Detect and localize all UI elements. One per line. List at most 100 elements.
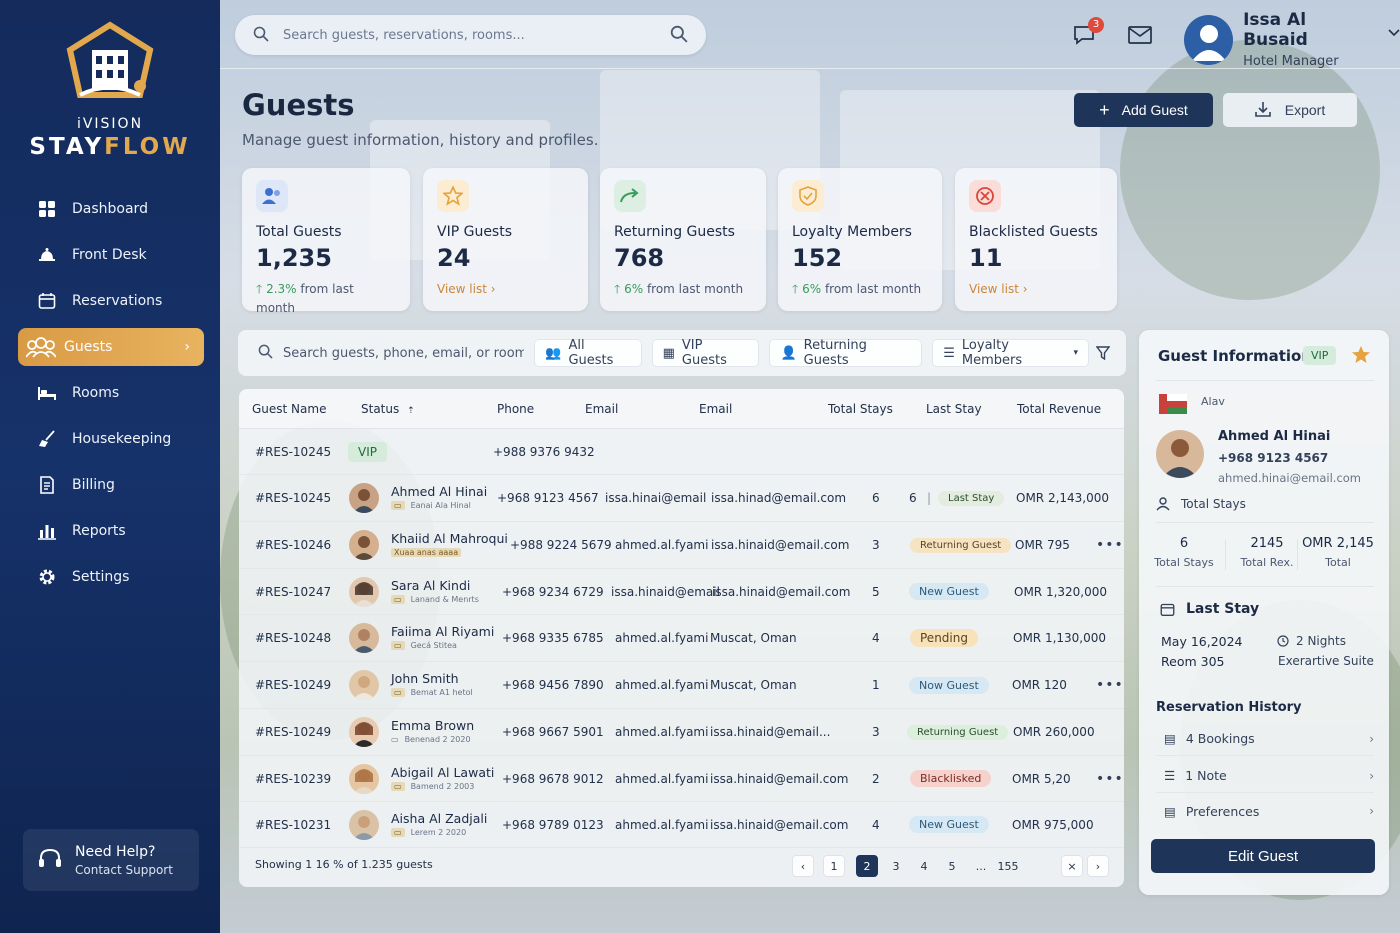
col-last-stay[interactable]: Last Stay [926,402,982,416]
sidebar-item-settings[interactable]: Settings [18,558,204,596]
block-icon [969,180,1001,212]
email: ahmed.al.fyami [615,817,709,832]
view-list-link[interactable]: View list › [969,282,1103,296]
close-icon[interactable]: × [1061,855,1083,877]
star-icon[interactable] [1351,345,1371,368]
filter-icon[interactable] [1089,339,1116,367]
sidebar-item-reports[interactable]: Reports [18,512,204,550]
table-row[interactable]: #RES-10246 Khaiid Al Mahroqui Xuaa anas a… [239,522,1124,569]
guest-name[interactable]: Aisha Al Zadjali [391,811,487,826]
user-role: Hotel Manager [1243,54,1339,69]
col-email[interactable]: Email [585,402,618,416]
chevron-down-icon[interactable] [1388,26,1400,40]
sidebar-item-guests[interactable]: Guests › [18,328,204,366]
more-options-icon[interactable]: ••• [1096,771,1124,787]
stat-card-loyalty-members[interactable]: Loyalty Members 152 🡑 6% from last month [778,168,942,311]
bookings-link[interactable]: ▤ 4 Bookings › [1156,722,1374,756]
view-list-link[interactable]: View list › [437,282,574,296]
sidebar-item-front-desk[interactable]: Front Desk [18,236,204,274]
table-row[interactable]: #RES-10247 Sara Al Kindi ▭ Lanand & Menrts… [239,569,1124,615]
brand-line2: STAYFLOW [29,134,191,160]
page-button-current[interactable]: 2 [856,855,878,877]
filter-chip-all-guests[interactable]: 👥 All Guests [534,338,642,368]
avatar [349,577,379,607]
total-revenue: OMR 5,20 [1012,771,1071,786]
guest-name[interactable]: John Smith [391,671,473,686]
sidebar-item-billing[interactable]: Billing [18,466,204,504]
edit-guest-button[interactable]: Edit Guest [1151,839,1375,873]
col-guest-name[interactable]: Guest Name [252,402,326,416]
stat-card-vip-guests[interactable]: VIP Guests 24 View list › [423,168,588,311]
prev-page-button[interactable]: ‹ [792,855,814,877]
page-button[interactable]: 3 [885,855,907,877]
table-footer: Showing 1 16 % of 1.235 guests ‹ 1 2 3 4… [239,841,1124,887]
status-badge: Returning Guest [910,537,1012,553]
preferences-link[interactable]: ▤ Preferences › [1156,794,1374,828]
stat-card-total-guests[interactable]: Total Guests 1,235 🡑 2.3% from last mont… [242,168,410,315]
guest-name[interactable]: Khaiid Al Mahroqui [391,531,508,546]
guest-filter-bar: 👥 All Guests ▦ VIP Guests 👤 Returning Guest… [238,330,1126,376]
email-2: issa.hinaid@email.com [710,771,849,786]
table-row[interactable]: #RES-10245 VIP +988 9376 9432 [239,429,1124,475]
guest-name[interactable]: Faiima Al Riyami [391,624,494,639]
stat-card-returning-guests[interactable]: Returning Guests 768 🡑 6% from last mont… [600,168,766,311]
user-menu[interactable]: Issa Al Busaid Hotel Manager [1184,10,1400,69]
stat-card-blacklisted-guests[interactable]: Blacklisted Guests 11 View list › [955,168,1117,311]
sidebar-item-rooms[interactable]: Rooms [18,374,204,412]
avatar [349,670,379,700]
mail-icon[interactable] [1128,26,1152,47]
more-options-icon[interactable]: ••• [1096,677,1124,693]
page-button[interactable]: 4 [913,855,935,877]
filter-chip-loyalty-members[interactable]: ☰ Loyalty Members ▾ [932,338,1089,368]
status-badge: Last Stay [938,490,1005,506]
brand-line1: iVISION [76,116,144,132]
chevron-down-icon: ▾ [1073,348,1078,358]
col-email-2[interactable]: Email [699,402,732,416]
page-button[interactable]: 5 [941,855,963,877]
phone: +968 9456 7890 [502,678,604,692]
sidebar-item-housekeeping[interactable]: Housekeeping [18,420,204,458]
help-box[interactable]: Need Help? Contact Support [23,829,199,891]
global-search-input[interactable] [283,27,670,43]
avatar [349,530,379,560]
search-icon[interactable] [670,25,688,46]
filter-chip-returning-guests[interactable]: 👤 Returning Guests [769,338,923,368]
sidebar-item-dashboard[interactable]: Dashboard [18,190,204,228]
filter-chip-vip-guests[interactable]: ▦ VIP Guests [651,338,760,368]
shield-icon [792,180,824,212]
last-stay-nights: 2 Nights [1296,634,1346,648]
broom-icon [36,428,58,450]
guest-search-input[interactable] [283,345,525,361]
table-row[interactable]: #RES-10249 John Smith ▭ Bemat A1 hetol +96… [239,662,1124,709]
table-row[interactable]: #RES-10245 Ahmed Al Hinai ▭ Eanai Ala Hina… [239,475,1124,522]
guest-name[interactable]: Emma Brown [391,718,474,733]
page-button[interactable]: 1 [823,855,845,877]
guest-name[interactable]: Abigail Al Lawati [391,765,494,780]
arrow-up-icon: 🡑 [256,282,267,296]
guest-name[interactable]: Ahmed Al Hinai [391,484,487,499]
global-search[interactable] [235,15,706,55]
status-badge: VIP [348,441,387,462]
list-icon: ☰ [943,345,955,361]
email-2: issa.hinaid@email.com [712,584,851,599]
page-ellipsis: 155 [997,859,1019,873]
table-row[interactable]: #RES-10248 Faiima Al Riyami ▭ Gecá Stitea … [239,615,1124,662]
add-guest-button[interactable]: + Add Guest [1074,93,1213,127]
more-options-icon[interactable]: ••• [1096,537,1124,553]
avatar [349,764,379,794]
page-button[interactable]: ... [970,855,992,877]
notes-link[interactable]: ☰ 1 Note › [1156,759,1374,793]
export-button[interactable]: Export [1223,93,1357,127]
guest-name[interactable]: Sara Al Kindi [391,578,479,593]
col-phone[interactable]: Phone [497,402,534,416]
col-total-revenue[interactable]: Total Revenue [1017,402,1101,416]
users-icon [256,180,288,212]
page-button[interactable] [1025,855,1055,877]
table-row[interactable]: #RES-10249 Emma Brown ▭ Benenad 2 2020 +96… [239,709,1124,756]
sidebar-item-reservations[interactable]: Reservations [18,282,204,320]
email-2: issa.hinaid@email.com [710,817,849,832]
next-page-button[interactable]: › [1087,855,1109,877]
table-row[interactable]: #RES-10239 Abigail Al Lawati ▭ Bamend 2 20… [239,756,1124,802]
col-status[interactable]: Status ⇡ [361,402,415,416]
col-total-stays[interactable]: Total Stays [828,402,893,416]
